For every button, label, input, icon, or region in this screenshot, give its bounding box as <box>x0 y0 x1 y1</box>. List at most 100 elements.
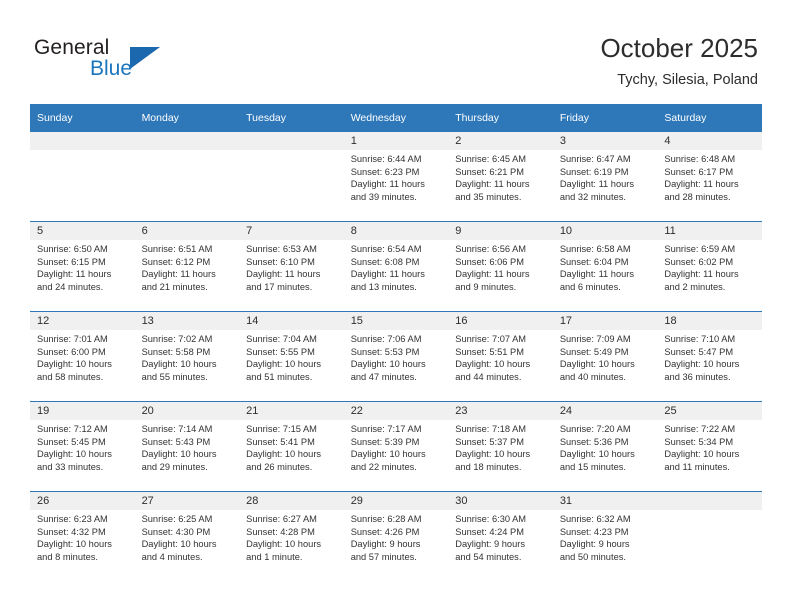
sunset-text: Sunset: 5:37 PM <box>455 436 524 447</box>
daylight-text-line1: Daylight: 10 hours <box>37 359 112 370</box>
sunset-text: Sunset: 6:00 PM <box>37 346 106 357</box>
daylight-text-line1: Daylight: 11 hours <box>141 269 216 280</box>
sunset-text: Sunset: 5:47 PM <box>664 346 734 357</box>
sunset-text: Sunset: 5:36 PM <box>559 436 629 447</box>
day-cell[interactable]: 19 Sunrise: 7:12 AM Sunset: 5:45 PM Dayligh… <box>30 401 135 492</box>
day-cell[interactable]: 30 Sunrise: 6:30 AM Sunset: 4:24 PM Dayligh… <box>448 491 553 581</box>
day-cell[interactable]: 16 Sunrise: 7:07 AM Sunset: 5:51 PM Dayligh… <box>448 311 553 402</box>
day-number: 31 <box>552 492 658 510</box>
day-cell[interactable]: 18 Sunrise: 7:10 AM Sunset: 5:47 PM Dayligh… <box>657 311 762 402</box>
sunrise-text: Sunrise: 7:20 AM <box>559 424 631 434</box>
day-number: 4 <box>657 132 762 150</box>
daylight-text-line1: Daylight: 10 hours <box>246 359 322 370</box>
daylight-text-line1: Daylight: 11 hours <box>350 179 425 190</box>
sunrise-text: Sunrise: 7:12 AM <box>37 424 108 434</box>
day-cell[interactable]: 14 Sunrise: 7:04 AM Sunset: 5:55 PM Dayligh… <box>239 311 344 402</box>
daylight-text-line1: Daylight: 10 hours <box>141 449 217 460</box>
day-cell[interactable]: 23 Sunrise: 7:18 AM Sunset: 5:37 PM Dayligh… <box>448 401 553 492</box>
general-blue-logo[interactable]: General Blue <box>34 36 224 92</box>
day-cell[interactable]: 5 Sunrise: 6:50 AM Sunset: 6:15 PM Daylight… <box>30 221 135 312</box>
daylight-text-line2: and 44 minutes. <box>455 371 522 382</box>
daylight-text-line1: Daylight: 10 hours <box>455 359 531 370</box>
sunrise-text: Sunrise: 6:51 AM <box>141 244 213 254</box>
week-row: 5 Sunrise: 6:50 AM Sunset: 6:15 PM Daylight… <box>30 221 762 312</box>
day-cell[interactable]: 7 Sunrise: 6:53 AM Sunset: 6:10 PM Daylight… <box>239 221 344 312</box>
daylight-text-line2: and 55 minutes. <box>141 371 208 382</box>
daylight-text-line2: and 9 minutes. <box>455 281 517 292</box>
day-number: 12 <box>30 312 135 330</box>
sunset-text: Sunset: 5:49 PM <box>559 346 629 357</box>
sunset-text: Sunset: 6:23 PM <box>350 166 420 177</box>
day-cell[interactable]: 8 Sunrise: 6:54 AM Sunset: 6:08 PM Daylight… <box>343 221 449 312</box>
sunset-text: Sunset: 6:10 PM <box>246 256 315 267</box>
sunset-text: Sunset: 6:17 PM <box>664 166 734 177</box>
day-cell[interactable]: 29 Sunrise: 6:28 AM Sunset: 4:26 PM Dayligh… <box>343 491 449 581</box>
daylight-text-line1: Daylight: 10 hours <box>37 539 112 550</box>
daylight-text-line2: and 28 minutes. <box>664 191 731 202</box>
sunrise-text: Sunrise: 7:02 AM <box>141 334 213 344</box>
day-cell[interactable]: 6 Sunrise: 6:51 AM Sunset: 6:12 PM Daylight… <box>134 221 240 312</box>
day-cell[interactable]: 13 Sunrise: 7:02 AM Sunset: 5:58 PM Dayligh… <box>134 311 240 402</box>
weekday-header-friday: Friday <box>552 104 658 132</box>
day-cell[interactable]: 17 Sunrise: 7:09 AM Sunset: 5:49 PM Dayligh… <box>552 311 658 402</box>
day-cell[interactable] <box>657 491 762 581</box>
daylight-text-line2: and 21 minutes. <box>141 281 208 292</box>
sunset-text: Sunset: 5:53 PM <box>350 346 420 357</box>
sunrise-text: Sunrise: 7:15 AM <box>246 424 317 434</box>
day-cell[interactable] <box>134 132 240 222</box>
daylight-text-line2: and 17 minutes. <box>246 281 313 292</box>
day-cell[interactable]: 24 Sunrise: 7:20 AM Sunset: 5:36 PM Dayligh… <box>552 401 658 492</box>
sunset-text: Sunset: 5:45 PM <box>37 436 106 447</box>
day-cell[interactable]: 11 Sunrise: 6:59 AM Sunset: 6:02 PM Dayligh… <box>657 221 762 312</box>
daylight-text-line1: Daylight: 10 hours <box>350 359 426 370</box>
daylight-text-line2: and 18 minutes. <box>455 461 522 472</box>
daylight-text-line1: Daylight: 9 hours <box>350 539 421 550</box>
sunset-text: Sunset: 5:51 PM <box>455 346 524 357</box>
day-cell[interactable]: 9 Sunrise: 6:56 AM Sunset: 6:06 PM Daylight… <box>448 221 553 312</box>
sunset-text: Sunset: 4:26 PM <box>350 526 420 537</box>
day-cell[interactable]: 26 Sunrise: 6:23 AM Sunset: 4:32 PM Dayligh… <box>30 491 135 581</box>
sunrise-text: Sunrise: 7:17 AM <box>350 424 422 434</box>
day-cell[interactable]: 15 Sunrise: 7:06 AM Sunset: 5:53 PM Dayligh… <box>343 311 449 402</box>
sunset-text: Sunset: 5:43 PM <box>141 436 211 447</box>
day-cell[interactable]: 25 Sunrise: 7:22 AM Sunset: 5:34 PM Dayligh… <box>657 401 762 492</box>
daylight-text-line1: Daylight: 9 hours <box>455 539 526 550</box>
day-cell[interactable] <box>30 132 135 222</box>
week-row: 19 Sunrise: 7:12 AM Sunset: 5:45 PM Dayligh… <box>30 401 762 492</box>
day-number: 7 <box>239 222 344 240</box>
logo-text-blue: Blue <box>90 57 133 80</box>
title-block: October 2025 Tychy, Silesia, Poland <box>600 32 758 90</box>
daylight-text-line2: and 1 minute. <box>246 551 303 562</box>
day-cell[interactable]: 3 Sunrise: 6:47 AM Sunset: 6:19 PM Daylight… <box>552 132 658 222</box>
daylight-text-line2: and 8 minutes. <box>37 551 98 562</box>
day-number: 17 <box>552 312 658 330</box>
day-number: 8 <box>343 222 449 240</box>
day-cell[interactable]: 21 Sunrise: 7:15 AM Sunset: 5:41 PM Dayligh… <box>239 401 344 492</box>
sunrise-text: Sunrise: 6:53 AM <box>246 244 317 254</box>
day-cell[interactable]: 1 Sunrise: 6:44 AM Sunset: 6:23 PM Daylight… <box>343 132 449 222</box>
day-cell[interactable]: 10 Sunrise: 6:58 AM Sunset: 6:04 PM Dayligh… <box>552 221 658 312</box>
day-cell[interactable]: 27 Sunrise: 6:25 AM Sunset: 4:30 PM Dayligh… <box>134 491 240 581</box>
daylight-text-line1: Daylight: 11 hours <box>455 269 530 280</box>
day-number <box>657 492 762 510</box>
sunrise-text: Sunrise: 6:58 AM <box>559 244 631 254</box>
day-number: 6 <box>134 222 240 240</box>
day-cell[interactable]: 31 Sunrise: 6:32 AM Sunset: 4:23 PM Dayligh… <box>552 491 658 581</box>
sunrise-text: Sunrise: 6:32 AM <box>559 514 631 524</box>
day-cell[interactable]: 2 Sunrise: 6:45 AM Sunset: 6:21 PM Daylight… <box>448 132 553 222</box>
day-cell[interactable]: 22 Sunrise: 7:17 AM Sunset: 5:39 PM Dayligh… <box>343 401 449 492</box>
week-row: 12 Sunrise: 7:01 AM Sunset: 6:00 PM Dayligh… <box>30 311 762 402</box>
sunrise-text: Sunrise: 6:28 AM <box>350 514 422 524</box>
day-cell[interactable]: 4 Sunrise: 6:48 AM Sunset: 6:17 PM Daylight… <box>657 132 762 222</box>
day-cell[interactable]: 12 Sunrise: 7:01 AM Sunset: 6:00 PM Dayligh… <box>30 311 135 402</box>
day-cell[interactable]: 28 Sunrise: 6:27 AM Sunset: 4:28 PM Dayligh… <box>239 491 344 581</box>
weekday-header-sunday: Sunday <box>30 104 135 132</box>
page-header: General Blue October 2025 Tychy, Silesia… <box>0 0 792 104</box>
daylight-text-line2: and 40 minutes. <box>559 371 626 382</box>
daylight-text-line1: Daylight: 11 hours <box>559 179 635 190</box>
day-cell[interactable] <box>239 132 344 222</box>
daylight-text-line1: Daylight: 10 hours <box>350 449 426 460</box>
day-cell[interactable]: 20 Sunrise: 7:14 AM Sunset: 5:43 PM Dayligh… <box>134 401 240 492</box>
daylight-text-line2: and 50 minutes. <box>559 551 626 562</box>
day-number: 5 <box>30 222 135 240</box>
